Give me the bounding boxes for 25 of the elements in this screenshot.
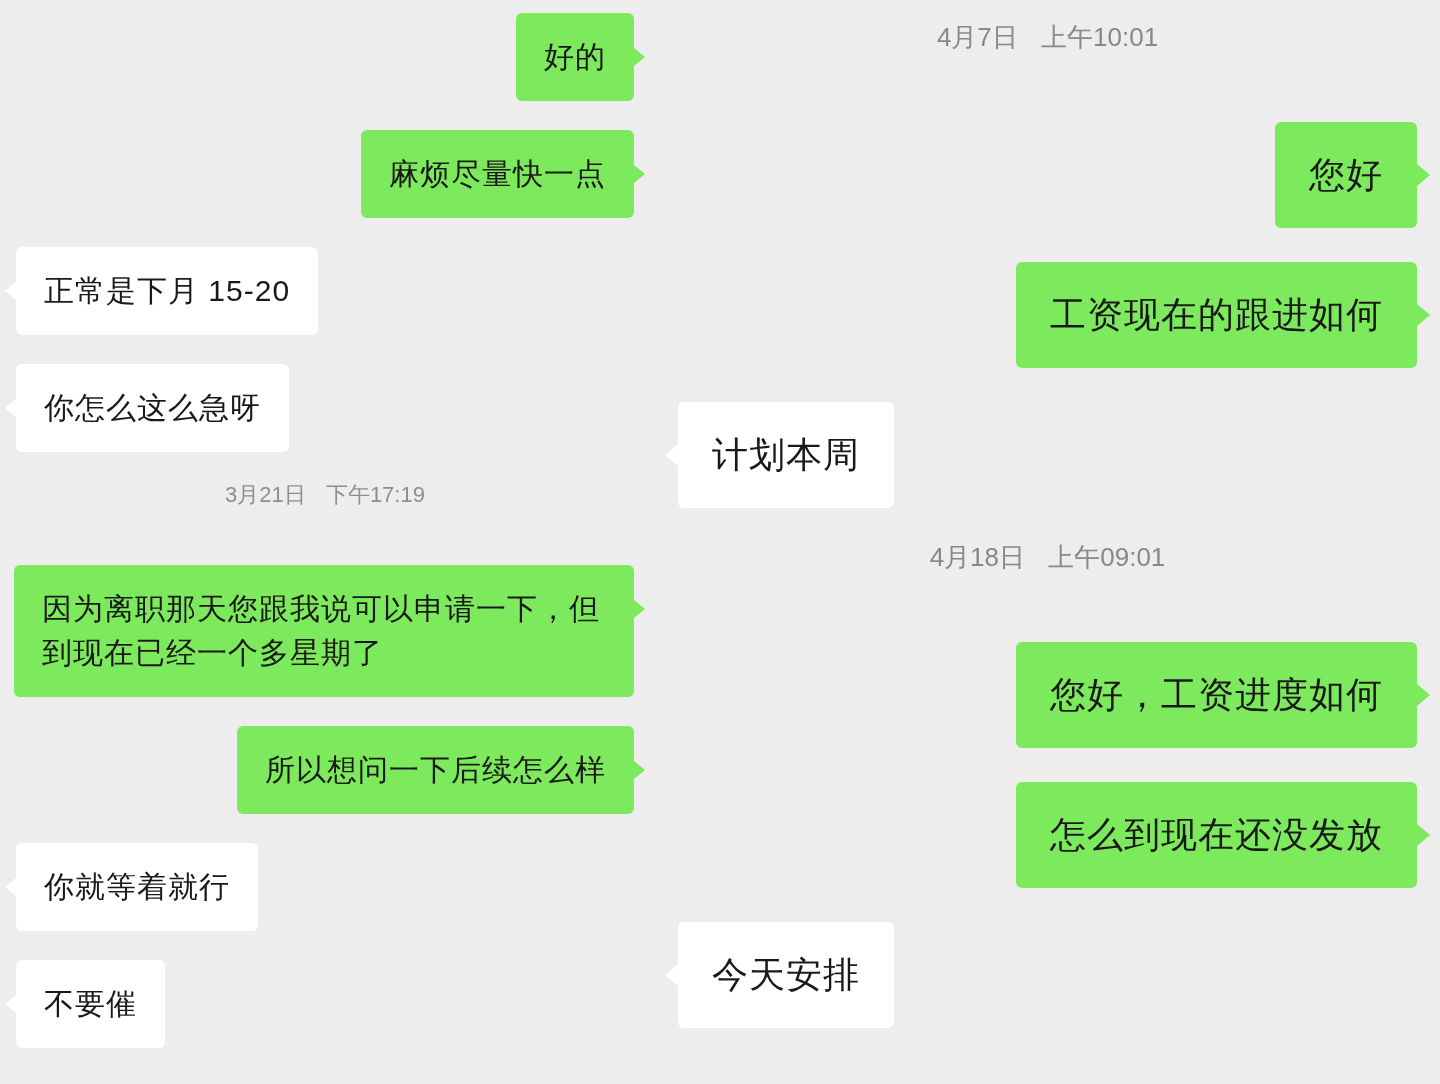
bubble-tail-icon [1417, 684, 1430, 706]
chat-message: 你就等着就行 [16, 843, 258, 931]
bubble-tail-icon [634, 165, 645, 183]
timestamp: 3月21日 下午17:19 [225, 481, 425, 509]
timestamp: 4月7日 上午10:01 [936, 22, 1159, 52]
chat-message: 正常是下月 15-20 [16, 247, 319, 335]
bubble-tail-icon [634, 48, 645, 66]
chat-message: 您好，工资进度如何 [1016, 642, 1417, 748]
chat-message: 计划本周 [678, 402, 894, 508]
chat-message: 因为离职那天您跟我说可以申请一下，但到现在已经一个多星期了 [14, 565, 634, 697]
chat-message: 好的 [516, 13, 634, 101]
bubble-tail-icon [634, 600, 645, 618]
bubble-tail-icon [1417, 304, 1430, 326]
chat-message: 工资现在的跟进如何 [1016, 262, 1417, 368]
chat-message: 你怎么这么急呀 [16, 364, 289, 452]
chat-message: 今天安排 [678, 922, 894, 1028]
chat-message: 您好 [1275, 122, 1417, 228]
chat-message: 麻烦尽量快一点 [361, 130, 634, 218]
bubble-tail-icon [1417, 824, 1430, 846]
chat-message: 怎么到现在还没发放 [1016, 782, 1417, 888]
bubble-tail-icon [634, 761, 645, 779]
chat-message: 所以想问一下后续怎么样 [237, 726, 634, 814]
bubble-tail-icon [1417, 164, 1430, 186]
timestamp: 4月18日 上午09:01 [929, 542, 1166, 572]
chat-message: 不要催 [16, 960, 165, 1048]
